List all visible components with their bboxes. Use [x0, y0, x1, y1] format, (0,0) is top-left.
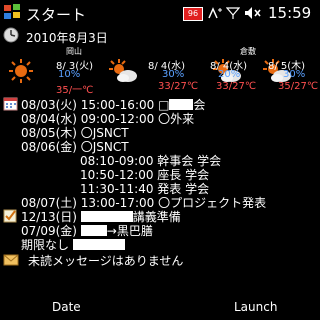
- today-date[interactable]: 2010年8月3日: [26, 29, 108, 46]
- clock[interactable]: 15:59: [268, 4, 311, 22]
- task-checkbox-icon: [3, 209, 17, 223]
- volume-muted-icon[interactable]: [244, 6, 262, 20]
- app-title: スタート: [26, 6, 87, 24]
- redaction: [169, 99, 194, 110]
- battery-badge: 96: [183, 7, 203, 21]
- softkey-left-date[interactable]: Date: [52, 300, 81, 314]
- envelope-icon: [3, 254, 19, 266]
- connectivity-icon[interactable]: [207, 6, 223, 20]
- calendar-icon: [3, 97, 18, 111]
- messages-status[interactable]: 未読メッセージはありません: [28, 252, 183, 269]
- redaction: [72, 239, 125, 250]
- signal-icon[interactable]: [226, 6, 240, 20]
- windows-start-icon[interactable]: [3, 3, 21, 21]
- task-item[interactable]: 期限なし: [21, 236, 125, 253]
- redaction: [80, 225, 107, 236]
- title-bar: スタート 96 15:59: [0, 0, 320, 26]
- sun-icon: [9, 59, 33, 83]
- sun-cloud-icon: [109, 59, 137, 82]
- redaction: [80, 211, 133, 222]
- clock-icon: [3, 27, 19, 43]
- weather-panel[interactable]: 岡山 8/ 3(火) 10% 35/一℃ 8/ 4(水) 30% 33/27℃ …: [0, 46, 320, 96]
- softkey-right-launch[interactable]: Launch: [234, 300, 277, 314]
